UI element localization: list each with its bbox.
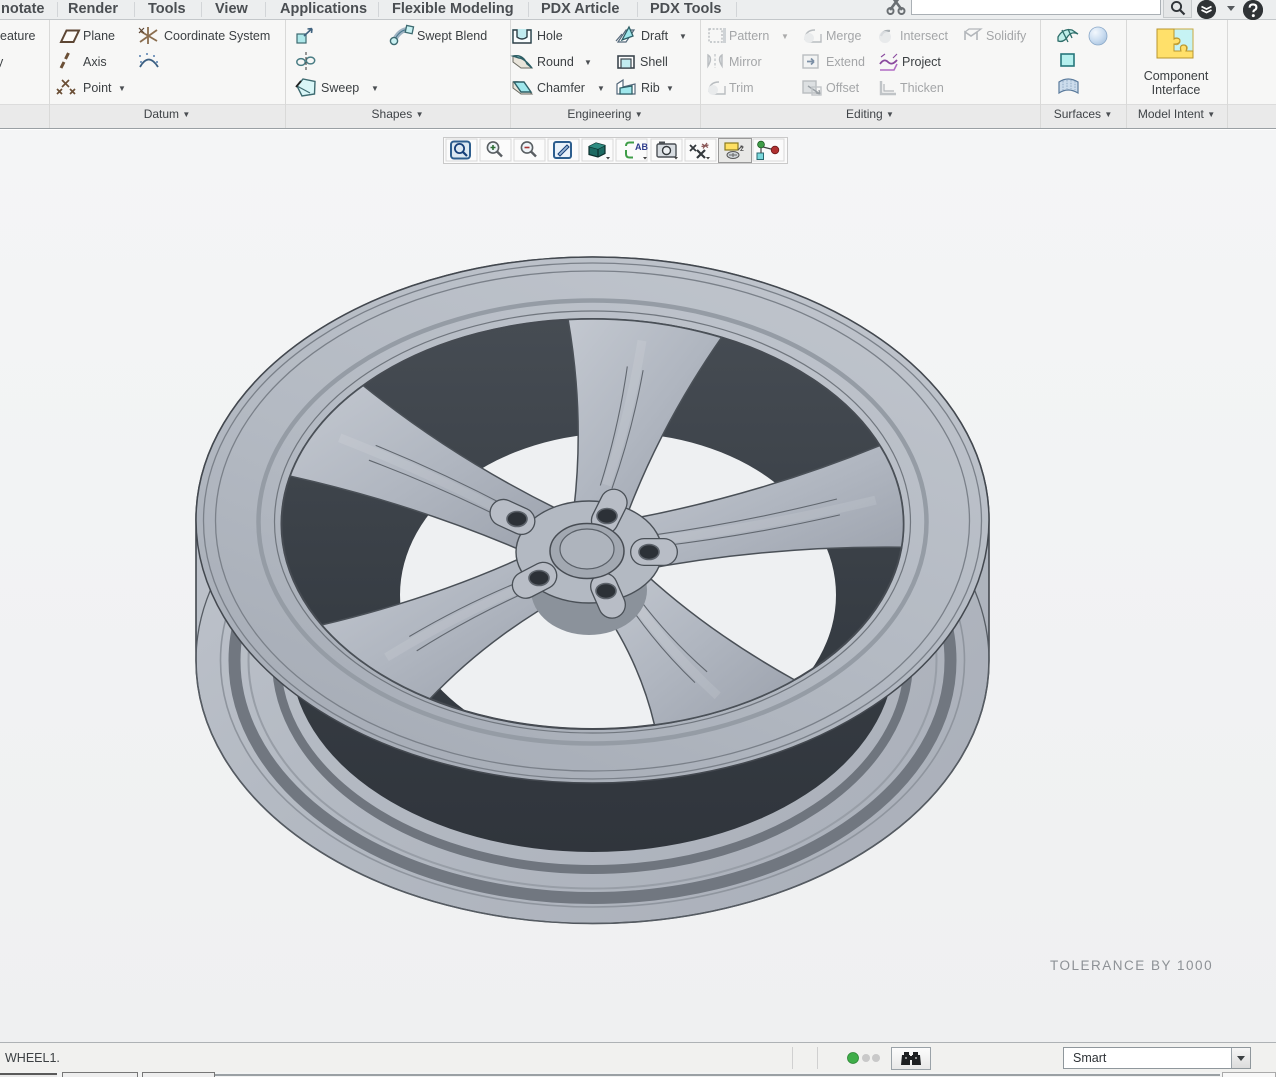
svg-text:z: z xyxy=(740,144,744,153)
svg-text:AB: AB xyxy=(635,142,648,152)
